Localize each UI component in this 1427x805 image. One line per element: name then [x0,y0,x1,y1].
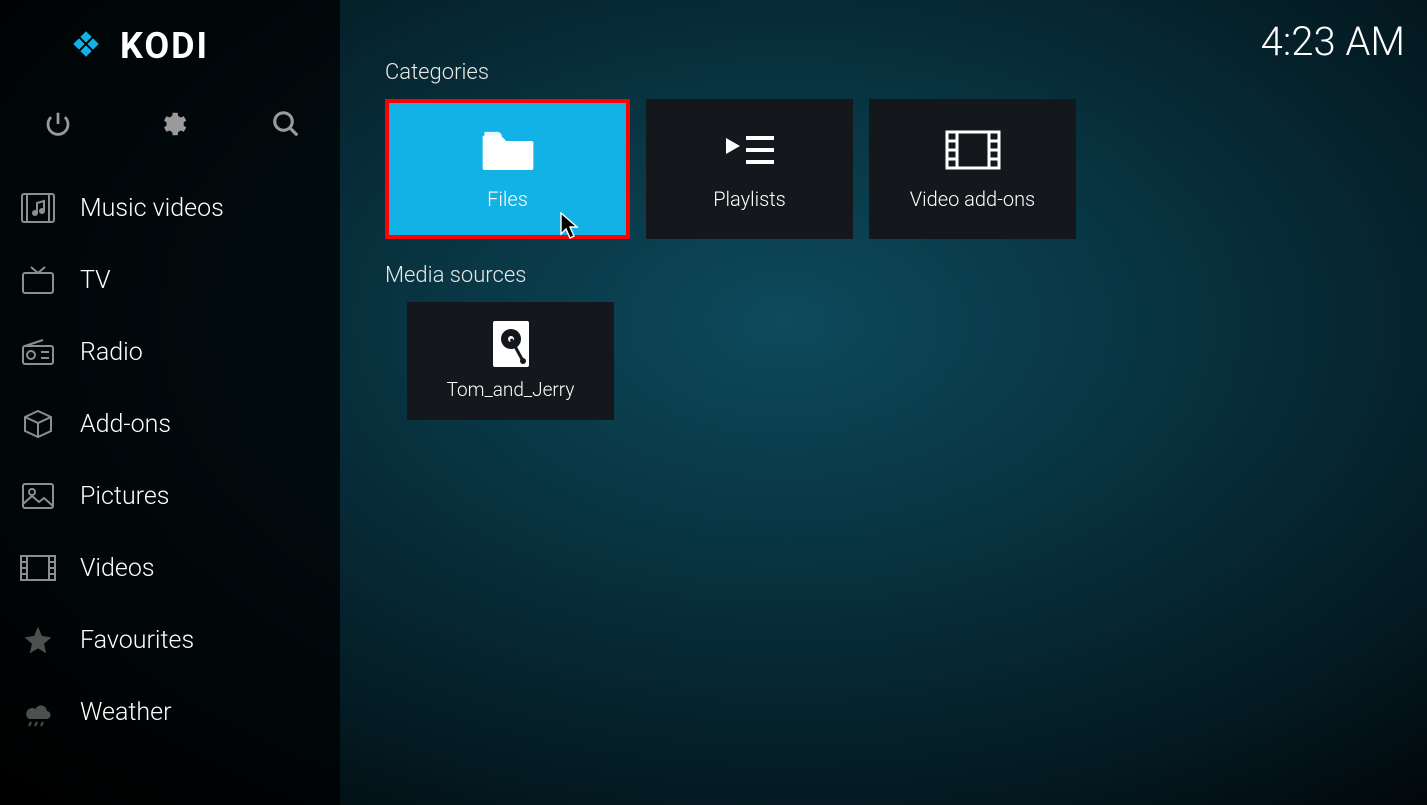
power-button[interactable] [38,104,78,144]
nav-item-tv[interactable]: TV [0,244,340,316]
main-content: Categories Files Playlists [385,60,1375,420]
category-tile-files[interactable]: Files [385,99,630,239]
nav-item-addons[interactable]: Add-ons [0,388,340,460]
film-icon [944,127,1002,173]
nav-label: Weather [80,698,172,727]
app-name: KODI [120,25,209,67]
playlist-icon [721,127,779,173]
tile-label: Files [487,187,528,211]
nav-label: Radio [80,338,143,367]
source-label: Tom_and_Jerry [447,378,575,401]
kodi-logo-icon [66,24,106,68]
tv-icon [20,262,56,298]
nav-label: Pictures [80,482,169,511]
nav-item-favourites[interactable]: Favourites [0,604,340,676]
nav-label: Add-ons [80,410,171,439]
nav-label: Music videos [80,194,224,223]
logo: KODI [0,0,340,86]
source-tile-tom-and-jerry[interactable]: Tom_and_Jerry [407,302,614,420]
nav-item-music-videos[interactable]: Music videos [0,172,340,244]
utility-buttons [0,86,340,172]
category-tile-playlists[interactable]: Playlists [646,99,853,239]
tile-label: Playlists [713,187,786,211]
hdd-icon [489,322,533,366]
film-icon [20,550,56,586]
music-video-icon [20,190,56,226]
media-sources-heading: Media sources [385,263,1375,288]
nav-item-videos[interactable]: Videos [0,532,340,604]
search-button[interactable] [266,104,306,144]
categories-row: Files Playlists [385,99,1375,239]
star-icon [20,622,56,658]
radio-icon [20,334,56,370]
nav-label: Videos [80,554,155,583]
nav-label: TV [80,266,111,295]
picture-icon [20,478,56,514]
categories-heading: Categories [385,60,1375,85]
folder-icon [479,127,537,173]
nav-label: Favourites [80,626,194,655]
nav-item-weather[interactable]: Weather [0,676,340,748]
sidebar: KODI [0,0,340,805]
sources-row: Tom_and_Jerry [385,302,1375,420]
nav-item-pictures[interactable]: Pictures [0,460,340,532]
weather-icon [20,694,56,730]
settings-button[interactable] [152,104,192,144]
nav-item-radio[interactable]: Radio [0,316,340,388]
category-tile-video-addons[interactable]: Video add-ons [869,99,1076,239]
clock: 4:23 AM [1261,18,1405,65]
tile-label: Video add-ons [910,187,1035,211]
nav-list: Music videos TV Radio [0,172,340,748]
box-icon [20,406,56,442]
